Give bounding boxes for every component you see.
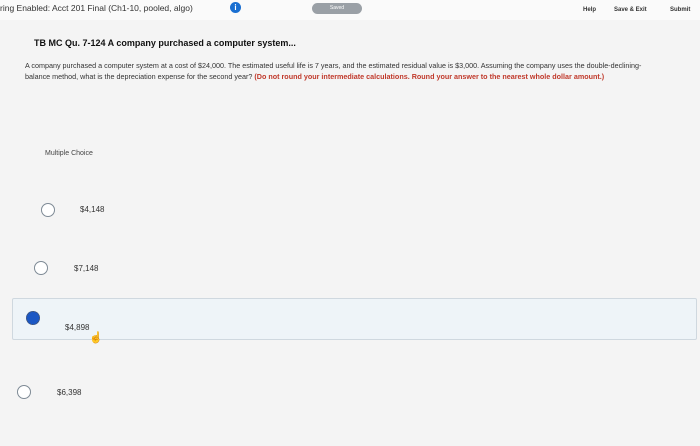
question-body: A company purchased a computer system at… <box>25 61 645 82</box>
option-d-label: $6,398 <box>57 388 82 397</box>
option-b-label: $7,148 <box>74 264 99 273</box>
hand-cursor-icon: ☝ <box>89 332 103 344</box>
save-exit-button[interactable]: Save & Exit <box>614 7 647 13</box>
option-b[interactable]: $7,148 <box>0 248 700 288</box>
multiple-choice-label: Multiple Choice <box>45 150 93 157</box>
radio-button-a[interactable] <box>41 203 55 217</box>
exam-title: ring Enabled: Acct 201 Final (Ch1-10, po… <box>0 3 193 13</box>
option-a-label: $4,148 <box>80 205 105 214</box>
submit-button[interactable]: Submit <box>670 7 690 13</box>
option-a[interactable]: $4,148 <box>0 190 700 230</box>
saved-status-badge: Saved <box>312 3 362 14</box>
question-instruction: (Do not round your intermediate calculat… <box>254 71 605 81</box>
radio-button-b[interactable] <box>34 261 48 275</box>
radio-button-c-selected[interactable] <box>26 311 40 325</box>
option-d[interactable]: $6,398 <box>0 372 700 412</box>
top-bar: ring Enabled: Acct 201 Final (Ch1-10, po… <box>0 0 700 20</box>
question-title: TB MC Qu. 7-124 A company purchased a co… <box>34 38 296 48</box>
help-button[interactable]: Help <box>583 7 596 13</box>
option-c[interactable]: $4,898 <box>12 298 697 340</box>
radio-button-d[interactable] <box>17 385 31 399</box>
option-c-label: $4,898 <box>65 323 90 332</box>
info-icon[interactable]: i <box>230 2 241 13</box>
